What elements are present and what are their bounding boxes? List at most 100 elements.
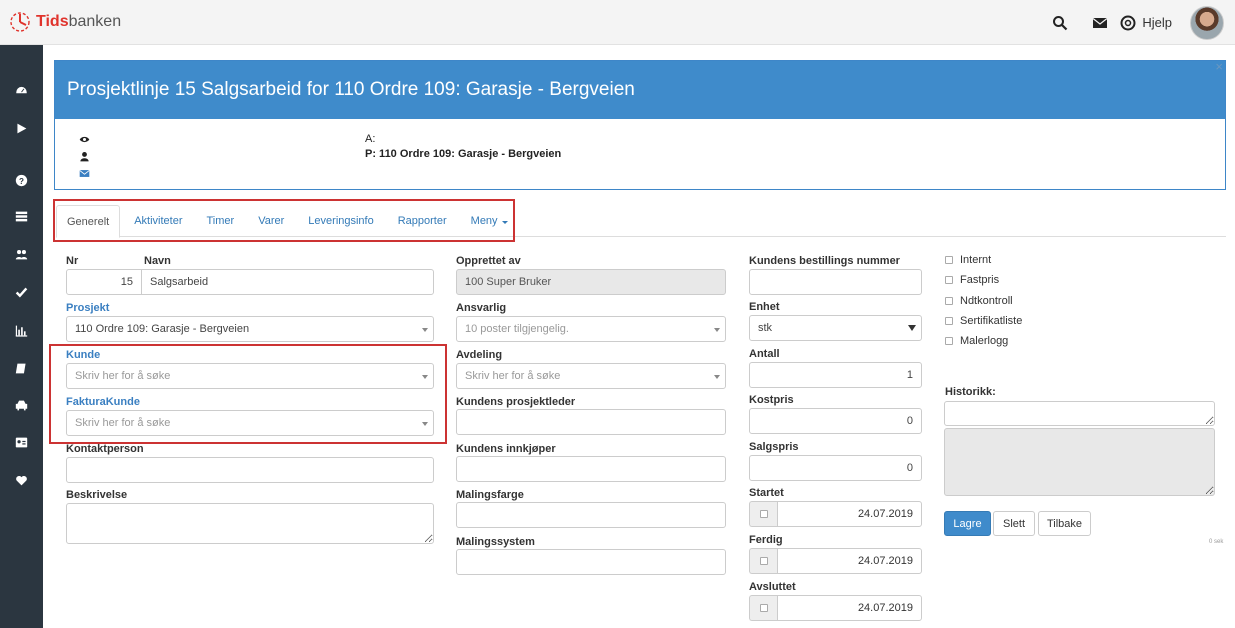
ansvarlig-select[interactable]: 10 poster tilgjengelig. <box>456 316 726 342</box>
sidebar-item-users[interactable] <box>0 239 43 269</box>
avsluttet-checkbox[interactable] <box>749 595 777 621</box>
checkbox-internt[interactable]: Internt <box>945 254 991 266</box>
beskrivelse-label: Beskrivelse <box>66 489 128 501</box>
avsluttet-date: 24.07.2019 <box>749 595 922 621</box>
back-button[interactable]: Tilbake <box>1038 511 1091 536</box>
tabs-highlight <box>53 199 515 242</box>
sidebar-item-docs[interactable] <box>0 353 43 383</box>
sidebar: ? <box>0 45 43 628</box>
antall-field[interactable]: 1 <box>749 362 922 388</box>
salgspris-label: Salgspris <box>749 441 799 453</box>
prosjektleder-label: Kundens prosjektleder <box>456 396 576 408</box>
sidebar-item-dashboard[interactable] <box>0 75 43 105</box>
sidebar-item-play[interactable] <box>0 113 43 143</box>
chevron-down-icon <box>714 328 720 332</box>
innkjoper-field[interactable] <box>456 456 726 482</box>
historikk-label: Historikk: <box>945 386 996 398</box>
logo-icon <box>10 12 30 32</box>
messages-button[interactable] <box>1080 0 1120 45</box>
ansvarlig-label: Ansvarlig <box>456 302 507 314</box>
kontaktperson-field[interactable] <box>66 457 434 483</box>
bestillingsnr-label: Kundens bestillings nummer <box>749 255 900 267</box>
envelope-icon[interactable] <box>77 165 91 182</box>
startet-label: Startet <box>749 487 784 499</box>
sidebar-item-vehicles[interactable] <box>0 390 43 420</box>
bestillingsnr-field[interactable] <box>749 269 922 295</box>
ferdig-checkbox[interactable] <box>749 548 777 574</box>
navn-field[interactable]: Salgsarbeid <box>141 269 434 295</box>
antall-label: Antall <box>749 348 780 360</box>
historikk-log <box>944 428 1215 496</box>
bar-chart-icon <box>15 325 28 337</box>
navn-label: Navn <box>144 255 171 267</box>
save-button[interactable]: Lagre <box>944 511 991 536</box>
help-button[interactable]: Hjelp <box>1120 15 1172 31</box>
delete-button[interactable]: Slett <box>993 511 1035 536</box>
chevron-down-icon <box>714 375 720 379</box>
prosjekt-label[interactable]: Prosjekt <box>66 302 109 314</box>
kontaktperson-label: Kontaktperson <box>66 443 144 455</box>
ferdig-field[interactable]: 24.07.2019 <box>777 548 922 574</box>
sidebar-item-list[interactable] <box>0 201 43 231</box>
avatar[interactable] <box>1190 5 1224 40</box>
startet-field[interactable]: 24.07.2019 <box>777 501 922 527</box>
timing-text: 0 sek <box>1209 539 1224 545</box>
user-icon <box>77 148 91 165</box>
lifebuoy-icon <box>1120 15 1136 30</box>
svg-text:?: ? <box>19 176 24 185</box>
ferdig-label: Ferdig <box>749 534 783 546</box>
question-icon: ? <box>15 174 28 186</box>
project-line: P: 110 Ordre 109: Garasje - Bergveien <box>365 148 562 160</box>
users-icon <box>15 249 28 259</box>
sidebar-item-tasks[interactable] <box>0 277 43 307</box>
malingssystem-field[interactable] <box>456 549 726 575</box>
eye-icon <box>77 131 91 148</box>
logo[interactable]: Tidsbanken <box>8 10 121 34</box>
avdeling-select[interactable]: Skriv her for å søke <box>456 363 726 389</box>
page-title: Prosjektlinje 15 Salgsarbeid for 110 Ord… <box>67 79 635 100</box>
malingssystem-label: Malingssystem <box>456 536 535 548</box>
opprettet-label: Opprettet av <box>456 255 521 267</box>
sidebar-item-help[interactable]: ? <box>0 165 43 195</box>
enhet-select[interactable]: stk <box>749 315 922 341</box>
sidebar-item-contacts[interactable] <box>0 427 43 457</box>
checkbox-ndtkontroll[interactable]: Ndtkontroll <box>945 295 1013 307</box>
startet-date: 24.07.2019 <box>749 501 922 527</box>
play-icon <box>17 123 27 133</box>
avdeling-label: Avdeling <box>456 349 503 361</box>
sidebar-item-reports[interactable] <box>0 315 43 345</box>
kostpris-field[interactable]: 0 <box>749 408 922 434</box>
logo-text: Tidsbanken <box>36 13 122 30</box>
enhet-label: Enhet <box>749 301 780 313</box>
nr-field[interactable]: 15 <box>66 269 142 295</box>
prosjektleder-field[interactable] <box>456 409 726 435</box>
ferdig-date: 24.07.2019 <box>749 548 922 574</box>
envelope-icon <box>1093 17 1108 28</box>
sidebar-item-favorites[interactable] <box>0 465 43 495</box>
book-icon <box>15 363 26 373</box>
assigned-line: A: <box>365 133 376 145</box>
chevron-down-icon <box>422 328 428 332</box>
chevron-down-icon <box>908 325 916 331</box>
checkbox-sertifikatliste[interactable]: Sertifikatliste <box>945 315 1022 327</box>
search-icon <box>1053 15 1068 30</box>
historikk-input[interactable] <box>944 401 1215 426</box>
checkbox-fastpris[interactable]: Fastpris <box>945 274 999 286</box>
opprettet-field: 100 Super Bruker <box>456 269 726 295</box>
kostpris-label: Kostpris <box>749 394 794 406</box>
car-icon <box>15 400 28 410</box>
top-bar: Tidsbanken Hjelp <box>0 0 1235 45</box>
list-icon <box>15 211 28 221</box>
prosjekt-select[interactable]: 110 Ordre 109: Garasje - Bergveien <box>66 316 434 342</box>
malingsfarge-label: Malingsfarge <box>456 489 524 501</box>
startet-checkbox[interactable] <box>749 501 777 527</box>
beskrivelse-field[interactable] <box>66 503 434 544</box>
checkbox-malerlogg[interactable]: Malerlogg <box>945 335 1008 347</box>
close-icon[interactable]: × <box>1215 59 1223 74</box>
help-label: Hjelp <box>1142 15 1172 30</box>
malingsfarge-field[interactable] <box>456 502 726 528</box>
salgspris-field[interactable]: 0 <box>749 455 922 481</box>
search-button[interactable] <box>1040 0 1080 45</box>
innkjoper-label: Kundens innkjøper <box>456 443 556 455</box>
avsluttet-field[interactable]: 24.07.2019 <box>777 595 922 621</box>
